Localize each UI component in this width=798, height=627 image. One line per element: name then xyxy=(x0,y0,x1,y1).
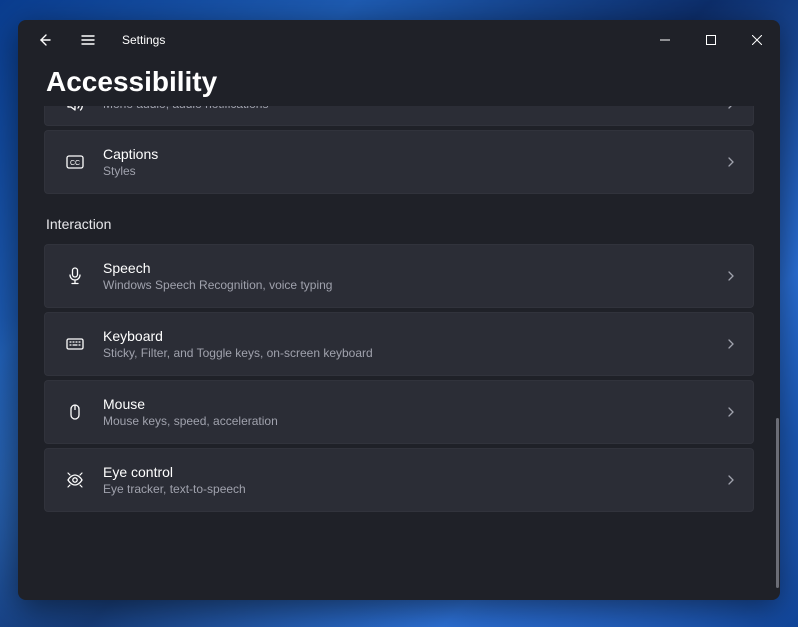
card-title: Eye control xyxy=(103,463,725,481)
nav-menu-button[interactable] xyxy=(74,26,102,54)
setting-card-mouse[interactable]: Mouse Mouse keys, speed, acceleration xyxy=(44,380,754,444)
maximize-button[interactable] xyxy=(688,24,734,56)
close-button[interactable] xyxy=(734,24,780,56)
card-subtitle: Mouse keys, speed, acceleration xyxy=(103,414,725,430)
back-button[interactable] xyxy=(30,26,58,54)
setting-card-keyboard[interactable]: Keyboard Sticky, Filter, and Toggle keys… xyxy=(44,312,754,376)
setting-card-captions[interactable]: CC Captions Styles xyxy=(44,130,754,194)
chevron-right-icon xyxy=(725,406,737,418)
close-icon xyxy=(752,35,762,45)
card-title: Mouse xyxy=(103,395,725,413)
card-title: Captions xyxy=(103,145,725,163)
back-arrow-icon xyxy=(36,32,52,48)
chevron-right-icon xyxy=(725,106,737,110)
card-title: Speech xyxy=(103,259,725,277)
card-subtitle: Windows Speech Recognition, voice typing xyxy=(103,278,725,294)
setting-card-speech[interactable]: Speech Windows Speech Recognition, voice… xyxy=(44,244,754,308)
hamburger-icon xyxy=(80,32,96,48)
maximize-icon xyxy=(706,35,716,45)
setting-card-audio[interactable]: Audio Mono audio, audio notifications xyxy=(44,106,754,126)
card-subtitle: Styles xyxy=(103,164,725,180)
chevron-right-icon xyxy=(725,474,737,486)
setting-card-eye-control[interactable]: Eye control Eye tracker, text-to-speech xyxy=(44,448,754,512)
card-subtitle: Mono audio, audio notifications xyxy=(103,106,725,112)
settings-window: Settings Accessibility Audio Mono audio, xyxy=(18,20,780,600)
card-title: Keyboard xyxy=(103,327,725,345)
minimize-icon xyxy=(660,35,670,45)
chevron-right-icon xyxy=(725,270,737,282)
scrollbar-thumb[interactable] xyxy=(776,418,779,588)
chevron-right-icon xyxy=(725,156,737,168)
page-header: Accessibility xyxy=(18,60,780,106)
titlebar: Settings xyxy=(18,20,780,60)
app-title: Settings xyxy=(122,33,165,47)
svg-text:CC: CC xyxy=(70,160,80,167)
eye-control-icon xyxy=(61,466,89,494)
captions-icon: CC xyxy=(61,148,89,176)
page-title: Accessibility xyxy=(46,66,752,98)
section-header-interaction: Interaction xyxy=(46,216,754,232)
minimize-button[interactable] xyxy=(642,24,688,56)
content-scroll[interactable]: Audio Mono audio, audio notifications CC… xyxy=(18,106,780,600)
mouse-icon xyxy=(61,398,89,426)
chevron-right-icon xyxy=(725,338,737,350)
microphone-icon xyxy=(61,262,89,290)
keyboard-icon xyxy=(61,330,89,358)
speaker-icon xyxy=(61,106,89,118)
card-subtitle: Eye tracker, text-to-speech xyxy=(103,482,725,498)
card-subtitle: Sticky, Filter, and Toggle keys, on-scre… xyxy=(103,346,725,362)
